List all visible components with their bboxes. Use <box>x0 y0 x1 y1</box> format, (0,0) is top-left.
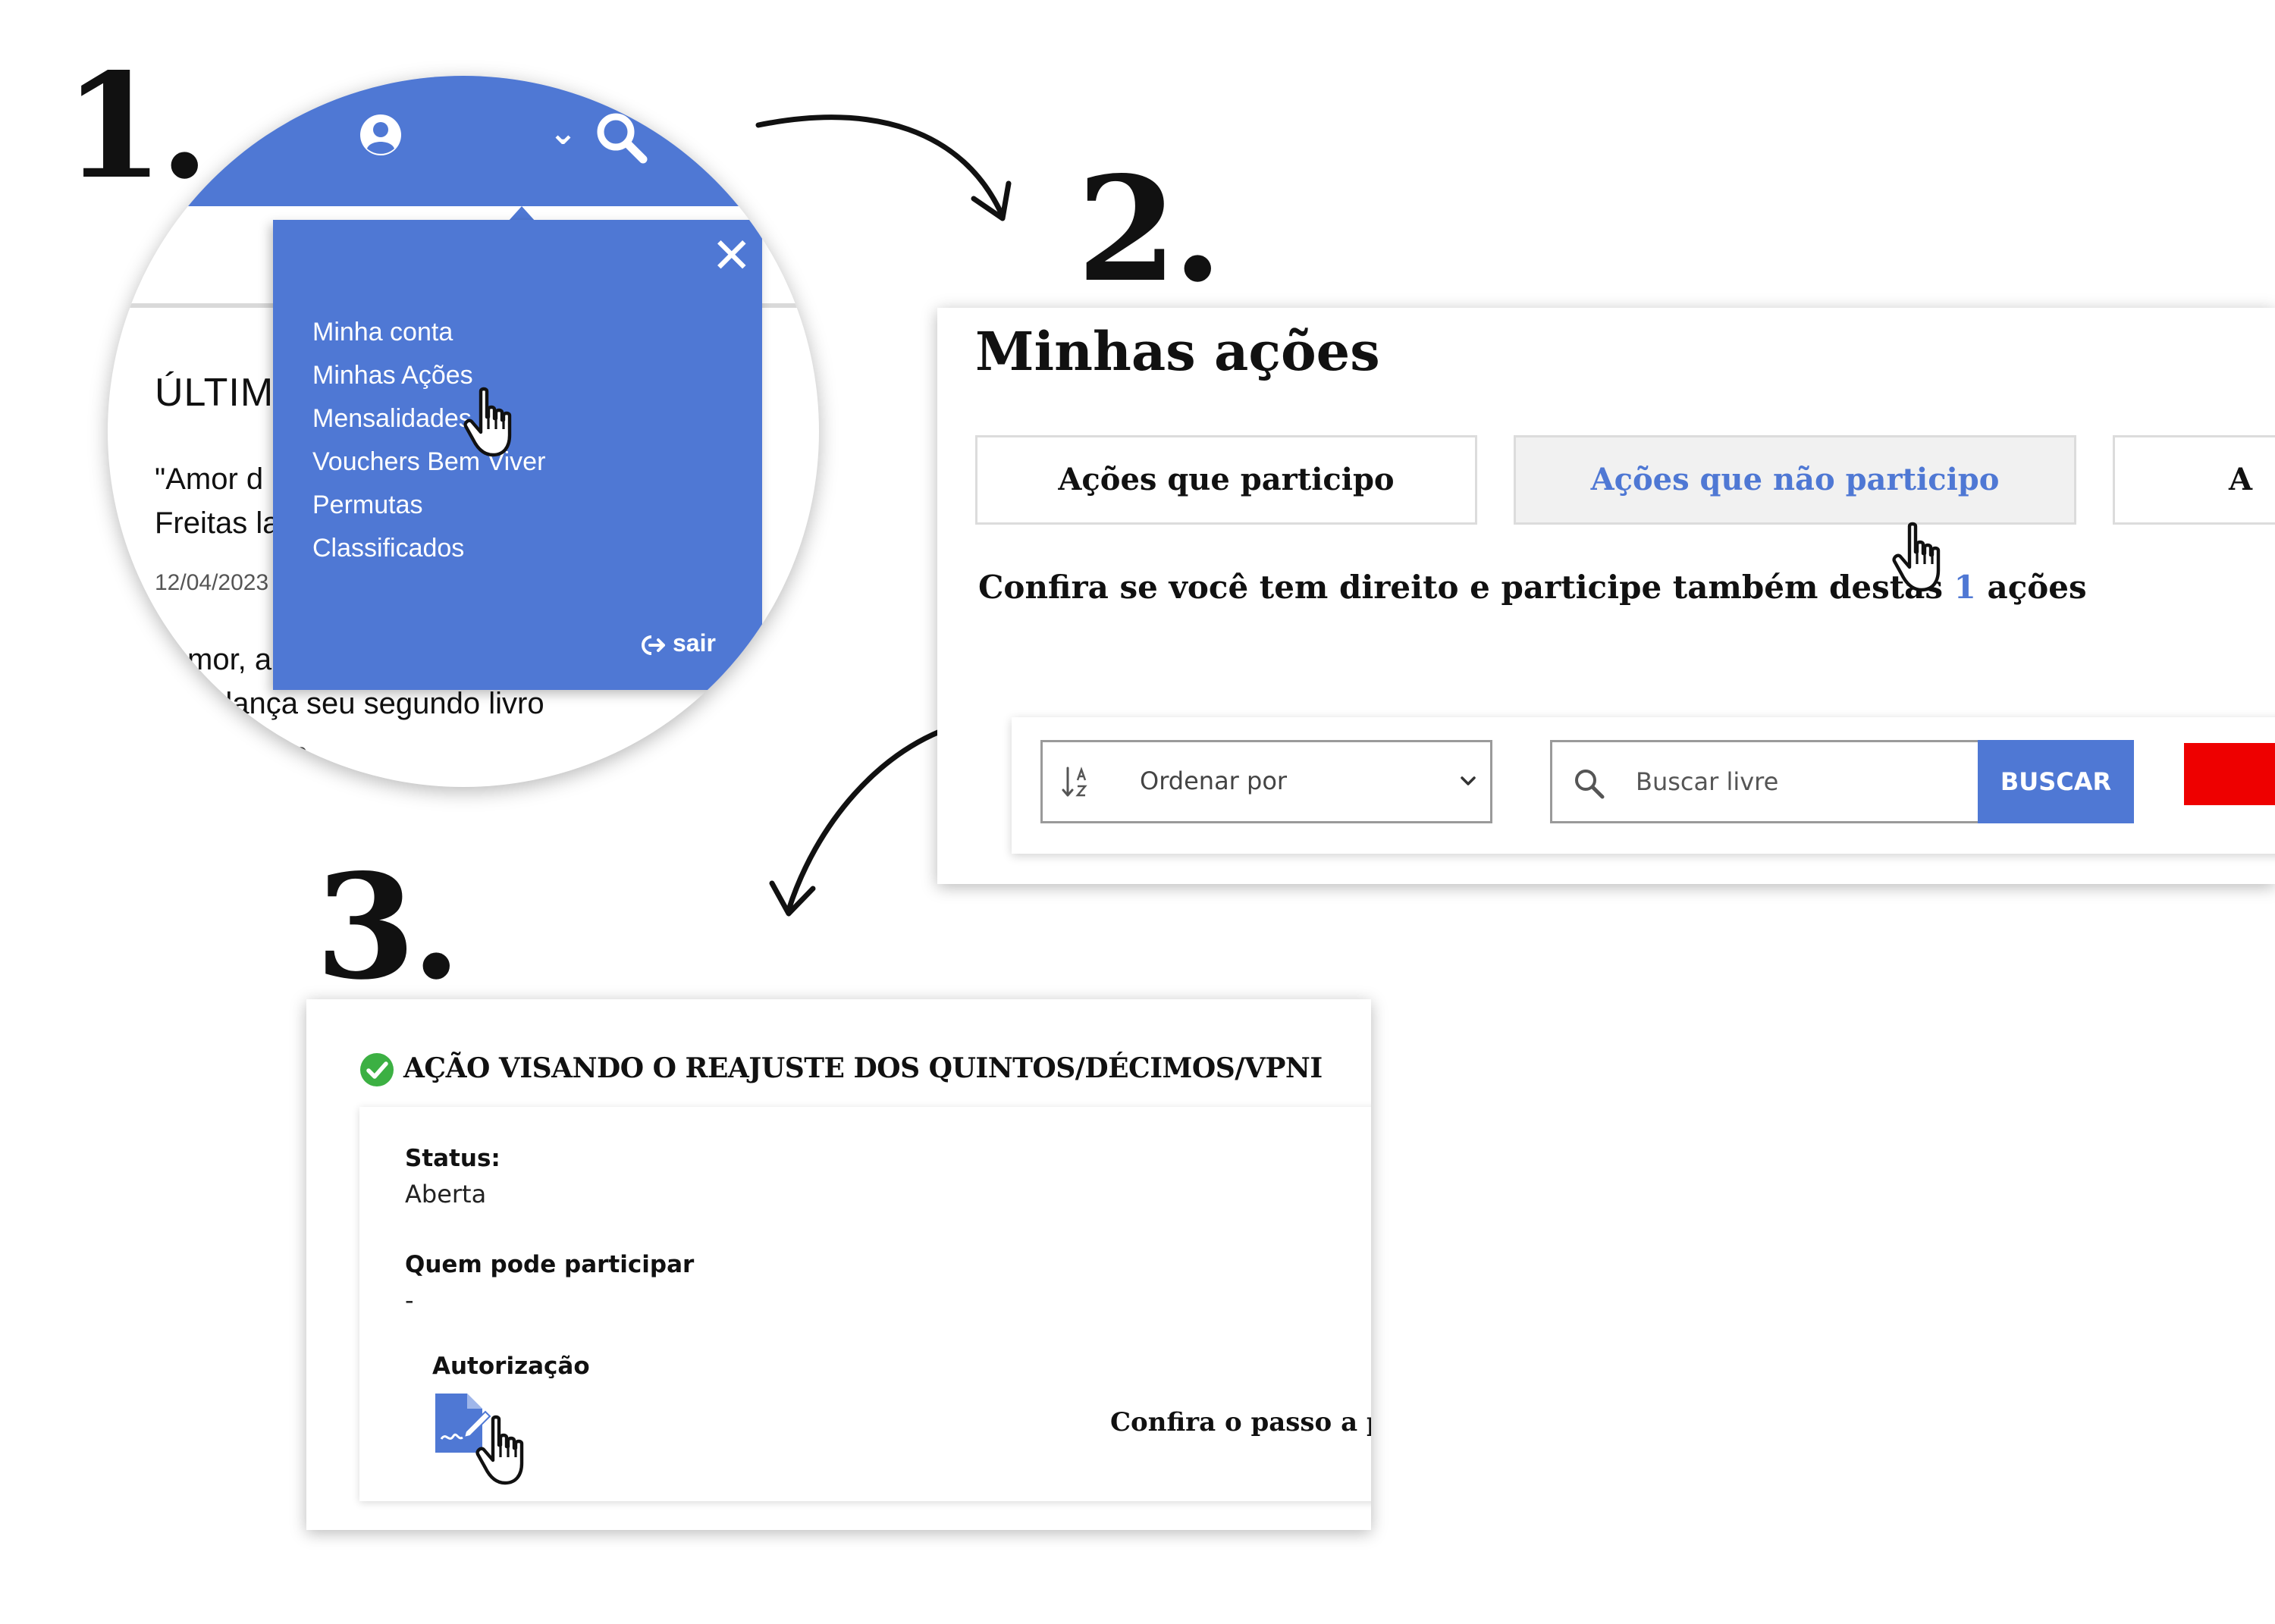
news-headline-line1[interactable]: "Amor d <box>155 462 263 497</box>
step1-magnified-view: ⌄ ÚLTIM "Amor d Freitas la 12/04/2023 mo… <box>108 76 819 787</box>
hand-pointer-icon <box>463 387 512 457</box>
menu-item-classificados[interactable]: Classificados <box>312 527 545 570</box>
arrow-2-to-3 <box>786 721 965 913</box>
eligibility-label: Quem pode participar <box>405 1251 695 1278</box>
site-header-bar: ⌄ <box>108 76 819 206</box>
message-prefix: Confira se você tem direito e participe … <box>978 569 1954 606</box>
search-icon <box>1575 770 1605 799</box>
action-title[interactable]: AÇÃO VISANDO O REAJUSTE DOS QUINTOS/DÉCI… <box>403 1052 1323 1084</box>
news-section-heading: ÚLTIM <box>155 371 275 415</box>
message-suffix: ações <box>1975 569 2087 606</box>
search-button[interactable]: BUSCAR <box>1978 740 2134 823</box>
step2-minhas-acoes-panel: Minhas ações Ações que participo Ações q… <box>937 308 2275 884</box>
chevron-down-icon[interactable]: ⌄ <box>549 114 577 152</box>
search-input[interactable] <box>1636 762 1954 801</box>
step3-action-card: AÇÃO VISANDO O REAJUSTE DOS QUINTOS/DÉCI… <box>306 999 1371 1530</box>
eligibility-value: - <box>405 1286 414 1315</box>
tab-third[interactable]: A <box>2113 435 2275 525</box>
logout-icon <box>642 635 665 655</box>
check-circle-icon <box>360 1053 394 1086</box>
news-snippet-tail: 20 <box>282 743 308 768</box>
chevron-down-icon <box>1461 776 1476 785</box>
page-title: Minhas ações <box>975 320 1380 383</box>
step-by-step-link[interactable]: Confira o passo a pa <box>1110 1407 1371 1437</box>
sort-select[interactable]: Ordenar por <box>1040 740 1492 823</box>
search-icon[interactable] <box>593 109 648 164</box>
news-snippet-line2[interactable]: " lança seu segundo livro <box>206 687 544 721</box>
status-value: Aberta <box>405 1180 487 1209</box>
arrow-2-to-3-head <box>769 880 816 917</box>
status-label: Status: <box>405 1145 500 1172</box>
close-icon[interactable]: ✕ <box>711 232 752 281</box>
filter-bar: Ordenar por BUSCAR <box>1012 717 2275 854</box>
search-field <box>1550 740 1978 823</box>
news-headline-line2[interactable]: Freitas la <box>155 506 280 541</box>
tab-acoes-que-nao-participo[interactable]: Ações que não participo <box>1514 435 2076 525</box>
logout-label: sair <box>673 629 716 657</box>
sort-select-label: Ordenar por <box>1140 767 1288 795</box>
arrow-1-to-2-head <box>971 180 1012 221</box>
hand-pointer-icon <box>1892 522 1941 592</box>
available-actions-count: 1 <box>1953 569 1976 606</box>
user-circle-icon[interactable] <box>358 112 403 158</box>
hand-pointer-icon <box>475 1415 524 1485</box>
step-number-2: 2. <box>1077 145 1222 314</box>
dropdown-notch <box>508 206 535 221</box>
news-date: 12/04/2023 <box>155 570 269 595</box>
authorization-label: Autorização <box>432 1353 590 1380</box>
sort-alpha-icon <box>1062 767 1087 797</box>
step-number-3: 3. <box>315 842 461 1011</box>
news-snippet-line1[interactable]: mor, a <box>187 643 271 677</box>
red-action-button[interactable] <box>2184 743 2275 805</box>
menu-item-minha-conta[interactable]: Minha conta <box>312 311 545 354</box>
tab-acoes-que-participo[interactable]: Ações que participo <box>975 435 1477 525</box>
logout-button[interactable]: sair <box>641 629 716 657</box>
menu-item-permutas[interactable]: Permutas <box>312 484 545 527</box>
